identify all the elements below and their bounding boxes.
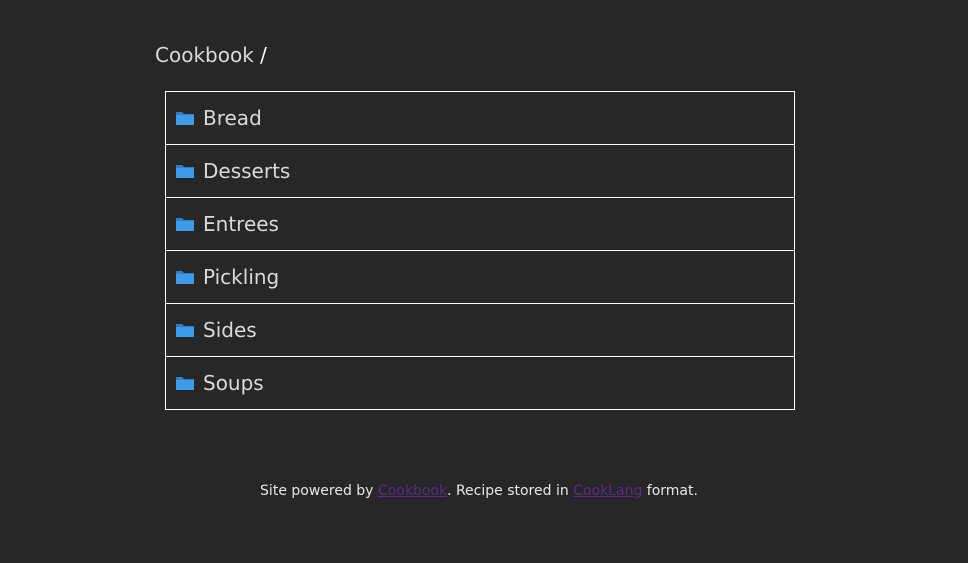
- breadcrumb-separator: /: [260, 43, 267, 67]
- folder-list: Bread Desserts Entrees Pickling Sides So…: [165, 91, 795, 410]
- folder-label: Pickling: [203, 265, 280, 289]
- folder-label: Desserts: [203, 159, 291, 183]
- footer-text-after: format.: [642, 483, 698, 499]
- folder-icon: [175, 375, 195, 391]
- footer: Site powered by Cookbook. Recipe stored …: [0, 482, 958, 500]
- folder-item-bread[interactable]: Bread: [166, 92, 794, 145]
- folder-icon: [175, 322, 195, 338]
- folder-label: Entrees: [203, 212, 279, 236]
- folder-item-desserts[interactable]: Desserts: [166, 145, 794, 198]
- folder-label: Soups: [203, 371, 264, 395]
- folder-label: Bread: [203, 106, 262, 130]
- footer-text-middle: . Recipe stored in: [447, 483, 574, 499]
- breadcrumb: Cookbook /: [155, 42, 267, 68]
- folder-icon: [175, 110, 195, 126]
- folder-label: Sides: [203, 318, 257, 342]
- footer-text-before: Site powered by: [260, 483, 378, 499]
- folder-item-entrees[interactable]: Entrees: [166, 198, 794, 251]
- folder-icon: [175, 216, 195, 232]
- breadcrumb-root[interactable]: Cookbook: [155, 43, 254, 67]
- folder-item-pickling[interactable]: Pickling: [166, 251, 794, 304]
- cooklang-link[interactable]: CookLang: [573, 483, 642, 499]
- cookbook-link[interactable]: Cookbook: [378, 483, 447, 499]
- folder-item-soups[interactable]: Soups: [166, 357, 794, 409]
- folder-icon: [175, 269, 195, 285]
- folder-icon: [175, 163, 195, 179]
- folder-item-sides[interactable]: Sides: [166, 304, 794, 357]
